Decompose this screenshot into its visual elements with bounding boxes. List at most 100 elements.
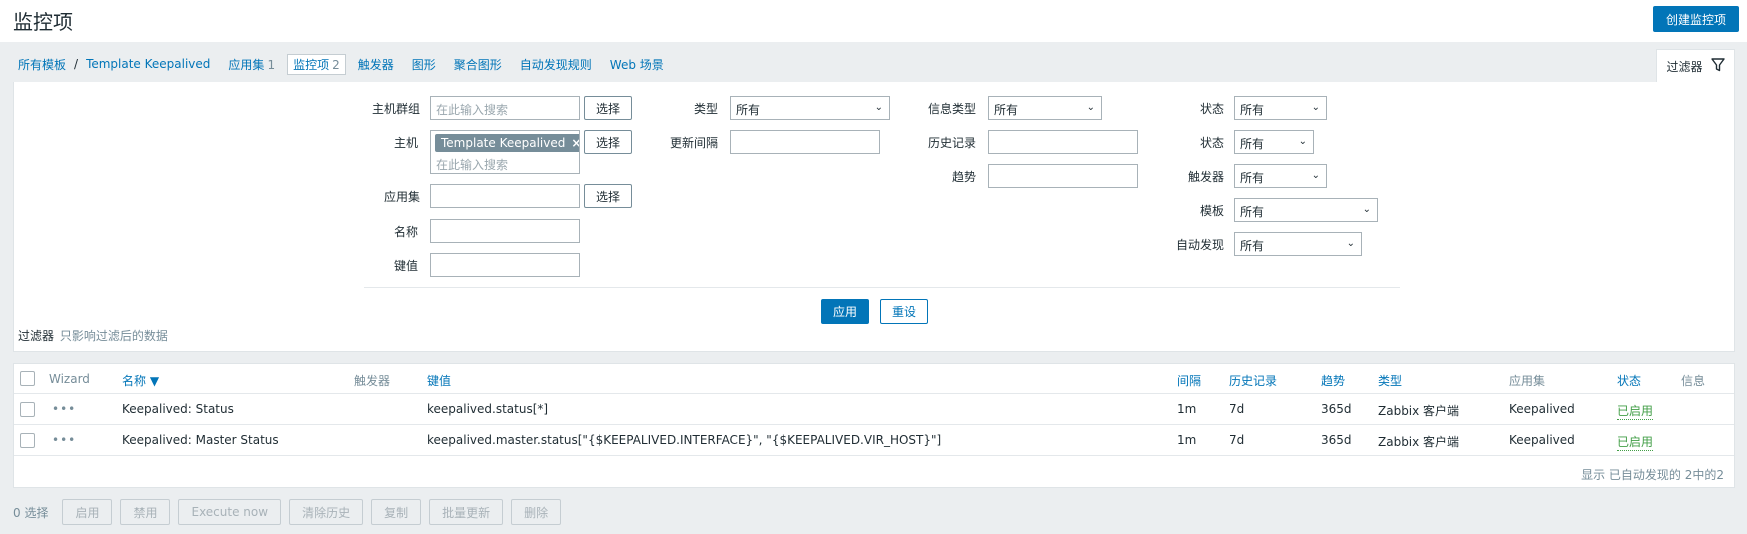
- status-label: 状态: [1200, 102, 1225, 116]
- delete-button[interactable]: 删除: [511, 499, 562, 525]
- history-label: 历史记录: [928, 136, 977, 150]
- chevron-down-icon: ⌄: [1298, 136, 1307, 147]
- tab-graphs[interactable]: 图形: [412, 56, 436, 73]
- status-select[interactable]: 所有 ⌄: [1234, 96, 1327, 120]
- col-history[interactable]: 历史记录: [1229, 372, 1277, 389]
- key-input[interactable]: [430, 253, 580, 277]
- item-name-link[interactable]: Keepalived: Status: [122, 402, 234, 416]
- application-input[interactable]: [430, 184, 580, 208]
- item-trends: 365d: [1321, 402, 1352, 416]
- tab-items[interactable]: 监控项 2: [287, 53, 346, 75]
- key-label: 键值: [394, 259, 419, 273]
- host-multiselect[interactable]: Template Keepalived × 在此输入搜索: [430, 130, 580, 174]
- host-group-label: 主机群组: [372, 102, 421, 116]
- row-checkbox[interactable]: [20, 402, 35, 417]
- tab-screens[interactable]: 聚合图形: [454, 56, 502, 73]
- breadcrumb-separator: /: [74, 57, 79, 71]
- close-icon[interactable]: ×: [571, 136, 579, 150]
- template-select[interactable]: 所有 ⌄: [1234, 198, 1378, 222]
- tab-triggers[interactable]: 触发器: [358, 56, 394, 73]
- wizard-menu-icon[interactable]: •••: [52, 433, 76, 447]
- trends-input[interactable]: [988, 164, 1138, 188]
- filter-tab[interactable]: 过滤器: [1656, 49, 1735, 83]
- chevron-down-icon: ⌄: [1311, 170, 1320, 181]
- update-interval-label: 更新间隔: [670, 136, 719, 150]
- mass-update-button[interactable]: 批量更新: [429, 499, 504, 525]
- discovered-select-value: 所有: [1240, 239, 1265, 253]
- col-applications: 应用集: [1509, 374, 1546, 388]
- triggers-label: 触发器: [1188, 170, 1225, 184]
- host-group-select-button[interactable]: 选择: [584, 96, 632, 120]
- tab-applications[interactable]: 应用集 1: [228, 56, 275, 73]
- table-header-row: Wizard 名称 ▼ 触发器 键值 间隔 历史记录 趋势 类型 应用集 状态 …: [14, 364, 1734, 394]
- tab-discovery-rules[interactable]: 自动发现规则: [520, 56, 592, 73]
- info-type-select-value: 所有: [994, 103, 1019, 117]
- apply-button[interactable]: 应用: [821, 299, 869, 324]
- filter-panel: 主机群组 在此输入搜索 选择 主机 Template Keepalived × …: [13, 82, 1735, 352]
- info-type-label: 信息类型: [928, 102, 977, 116]
- select-all-checkbox[interactable]: [20, 371, 35, 386]
- filter-tab-label: 过滤器: [1666, 60, 1703, 74]
- host-tag: Template Keepalived ×: [435, 134, 579, 152]
- filter-divider: [364, 287, 1400, 288]
- host-search-placeholder: 在此输入搜索: [436, 158, 509, 172]
- action-bar: 0 选择 启用 禁用 Execute now 清除历史 复制 批量更新 删除: [13, 499, 562, 525]
- copy-button[interactable]: 复制: [371, 499, 422, 525]
- host-select-button[interactable]: 选择: [584, 130, 632, 154]
- triggers-select[interactable]: 所有 ⌄: [1234, 164, 1327, 188]
- state-select[interactable]: 所有 ⌄: [1234, 130, 1314, 154]
- item-applications: Keepalived: [1509, 433, 1575, 447]
- info-type-select[interactable]: 所有 ⌄: [988, 96, 1102, 120]
- chevron-down-icon: ⌄: [1311, 102, 1320, 113]
- chevron-down-icon: ⌄: [1362, 204, 1371, 215]
- enable-button[interactable]: 启用: [62, 499, 113, 525]
- chevron-down-icon: ⌄: [1346, 238, 1355, 249]
- item-applications: Keepalived: [1509, 402, 1575, 416]
- filter-note-value: 只影响过滤后的数据: [59, 329, 168, 343]
- template-label: 模板: [1200, 204, 1225, 218]
- col-info: 信息: [1681, 374, 1706, 388]
- col-name[interactable]: 名称 ▼: [122, 372, 159, 389]
- col-key[interactable]: 键值: [427, 372, 451, 389]
- col-type[interactable]: 类型: [1378, 372, 1402, 389]
- item-status-toggle[interactable]: 已启用: [1617, 402, 1654, 420]
- breadcrumb-all-templates[interactable]: 所有模板: [18, 56, 66, 73]
- application-label: 应用集: [384, 190, 421, 204]
- table-row: ••• Keepalived: Status keepalived.status…: [14, 394, 1734, 425]
- item-key: keepalived.master.status["{$KEEPALIVED.I…: [427, 433, 942, 447]
- item-key: keepalived.status[*]: [427, 402, 549, 416]
- host-group-input[interactable]: 在此输入搜索: [430, 96, 580, 120]
- table-row: ••• Keepalived: Master Status keepalived…: [14, 425, 1734, 456]
- discovered-label: 自动发现: [1176, 238, 1225, 252]
- chevron-down-icon: ⌄: [1086, 102, 1095, 113]
- tab-web-scenarios[interactable]: Web 场景: [610, 56, 664, 73]
- items-table: Wizard 名称 ▼ 触发器 键值 间隔 历史记录 趋势 类型 应用集 状态 …: [13, 363, 1735, 488]
- breadcrumb-nav: 所有模板 / Template Keepalived 应用集 1 监控项 2 触发器…: [18, 53, 682, 75]
- item-status-toggle[interactable]: 已启用: [1617, 433, 1654, 451]
- reset-button[interactable]: 重设: [880, 299, 928, 324]
- execute-now-button[interactable]: Execute now: [178, 499, 282, 525]
- col-trends[interactable]: 趋势: [1321, 372, 1345, 389]
- state-label: 状态: [1200, 136, 1225, 150]
- item-type: Zabbix 客户端: [1378, 404, 1460, 418]
- history-input[interactable]: [988, 130, 1138, 154]
- discovered-select[interactable]: 所有 ⌄: [1234, 232, 1362, 256]
- create-item-button[interactable]: 创建监控项: [1653, 6, 1739, 32]
- row-checkbox[interactable]: [20, 433, 35, 448]
- col-status[interactable]: 状态: [1617, 372, 1641, 389]
- name-input[interactable]: [430, 219, 580, 243]
- host-label: 主机: [394, 136, 419, 150]
- selected-count: 0 选择: [13, 505, 49, 520]
- filter-note: 过滤器 只影响过滤后的数据: [18, 327, 168, 344]
- item-history: 7d: [1229, 402, 1245, 416]
- status-select-value: 所有: [1240, 103, 1265, 117]
- wizard-menu-icon[interactable]: •••: [52, 402, 76, 416]
- application-select-button[interactable]: 选择: [584, 184, 632, 208]
- item-name-link[interactable]: Keepalived: Master Status: [122, 433, 279, 447]
- type-select[interactable]: 所有 ⌄: [730, 96, 890, 120]
- clear-history-button[interactable]: 清除历史: [289, 499, 364, 525]
- col-interval[interactable]: 间隔: [1177, 372, 1201, 389]
- breadcrumb-template[interactable]: Template Keepalived: [86, 57, 210, 71]
- update-interval-input[interactable]: [730, 130, 880, 154]
- disable-button[interactable]: 禁用: [120, 499, 171, 525]
